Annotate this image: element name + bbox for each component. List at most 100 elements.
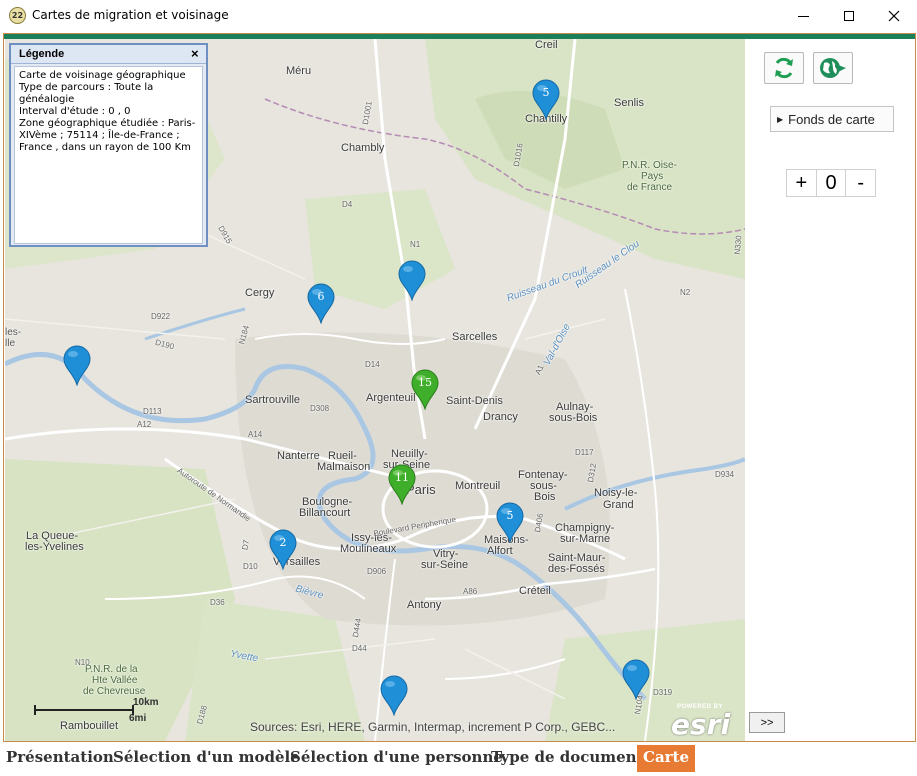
marker-green-icon bbox=[411, 369, 439, 410]
right-panel: ▶ Fonds de carte + 0 - >> bbox=[746, 39, 915, 741]
road-label: D934 bbox=[715, 470, 735, 479]
map-marker[interactable]: 2 bbox=[268, 528, 298, 570]
zoom-in-button[interactable]: + bbox=[787, 170, 816, 196]
map-marker[interactable]: 15 bbox=[410, 368, 440, 410]
road-label: D4 bbox=[342, 200, 353, 209]
place-label: Saint-Denis bbox=[446, 395, 503, 407]
legend-body: Carte de voisinage géographique Type de … bbox=[14, 66, 203, 244]
marker-count: 2 bbox=[279, 536, 287, 549]
map-marker[interactable] bbox=[62, 344, 92, 386]
basemap-button-label: Fonds de carte bbox=[788, 111, 875, 127]
triangle-right-icon: ▶ bbox=[777, 114, 784, 124]
map-marker[interactable] bbox=[397, 259, 427, 301]
tab-carte[interactable]: Carte bbox=[637, 745, 696, 772]
marker-blue-icon bbox=[622, 659, 650, 700]
place-label: Chambly bbox=[341, 142, 385, 154]
marker-blue-icon bbox=[380, 675, 408, 716]
map-marker[interactable]: 11 bbox=[387, 463, 417, 505]
road-label: A14 bbox=[248, 430, 263, 439]
place-label: les-Yvelines bbox=[25, 541, 84, 553]
globe-export-icon bbox=[820, 58, 846, 78]
place-label: Nanterre bbox=[277, 450, 320, 462]
road-label: D308 bbox=[310, 404, 330, 413]
marker-count: 6 bbox=[317, 290, 325, 303]
road-label: D319 bbox=[653, 688, 673, 697]
marker-blue-icon bbox=[398, 260, 426, 301]
maximize-icon bbox=[844, 11, 854, 21]
place-label: Moulineaux bbox=[340, 543, 397, 555]
place-label: Méru bbox=[286, 65, 312, 77]
place-label: sous-Bois bbox=[549, 412, 598, 424]
wizard-tabs: Présentation Sélection d'un modèle Sélec… bbox=[0, 742, 917, 776]
marker-count: 5 bbox=[506, 509, 514, 522]
app-icon: 22 bbox=[9, 7, 26, 24]
map-marker[interactable]: 5 bbox=[531, 78, 561, 120]
place-label: sur-Marne bbox=[560, 533, 611, 545]
marker-blue-icon bbox=[496, 502, 524, 543]
legend-line: Zone géographique étudiée : Paris-XIVème… bbox=[19, 118, 196, 153]
legend-title: Légende bbox=[19, 48, 65, 60]
legend-line: Type de parcours : Toute la généalogie bbox=[19, 82, 154, 105]
esri-logo[interactable]: POWERED BY esri bbox=[669, 704, 731, 741]
road-label: A86 bbox=[463, 587, 478, 596]
place-label: Créteil bbox=[519, 585, 551, 597]
window-title: Cartes de migration et voisinage bbox=[32, 8, 229, 22]
tab-selection-modele[interactable]: Sélection d'un modèle bbox=[113, 745, 300, 772]
place-label: lle bbox=[5, 338, 16, 349]
basemap-button[interactable]: ▶ Fonds de carte bbox=[770, 106, 894, 132]
place-label: Montreuil bbox=[455, 480, 501, 492]
road-label: D7 bbox=[240, 539, 251, 551]
scale-mi-label: 6mi bbox=[129, 713, 147, 724]
zoom-level: 0 bbox=[815, 170, 847, 196]
marker-blue-icon bbox=[269, 529, 297, 570]
road-label: N10 bbox=[75, 658, 90, 667]
road-label: D906 bbox=[367, 567, 387, 576]
refresh-button[interactable] bbox=[764, 52, 804, 84]
place-label: Bois bbox=[534, 491, 556, 503]
expand-button[interactable]: >> bbox=[749, 712, 785, 733]
place-label: Grand bbox=[603, 499, 634, 511]
place-label: de France bbox=[627, 182, 673, 193]
marker-blue-icon bbox=[532, 79, 560, 120]
place-label: Antony bbox=[407, 599, 442, 611]
map-marker[interactable]: 6 bbox=[306, 282, 336, 324]
road-label: N2 bbox=[680, 288, 691, 297]
tab-type-document[interactable]: Type de document bbox=[491, 745, 644, 772]
map-view[interactable]: Creil Méru Senlis Chantilly Chambly P.N.… bbox=[5, 39, 745, 741]
legend-line: Interval d'étude : 0 , 0 bbox=[19, 106, 131, 117]
place-label: Creil bbox=[535, 39, 558, 51]
refresh-icon bbox=[775, 57, 793, 79]
road-label: D117 bbox=[575, 448, 594, 457]
place-label: Drancy bbox=[483, 411, 518, 423]
map-marker[interactable] bbox=[379, 674, 409, 716]
tab-presentation[interactable]: Présentation bbox=[6, 745, 114, 772]
road-label: A12 bbox=[137, 420, 152, 429]
road-label: N330 bbox=[732, 235, 744, 255]
map-attribution: Sources: Esri, HERE, Garmin, Intermap, i… bbox=[250, 720, 616, 734]
place-label: Argenteuil bbox=[366, 392, 416, 404]
maximize-button[interactable] bbox=[826, 0, 872, 32]
marker-green-icon bbox=[388, 464, 416, 505]
zoom-out-button[interactable]: - bbox=[846, 170, 875, 196]
marker-count: 11 bbox=[395, 471, 409, 484]
close-button[interactable] bbox=[871, 0, 917, 32]
map-marker[interactable] bbox=[621, 658, 651, 700]
road-label: D14 bbox=[365, 360, 380, 369]
export-map-button[interactable] bbox=[813, 52, 853, 84]
place-label: des-Fossés bbox=[548, 563, 605, 575]
legend-close-icon[interactable]: × bbox=[191, 46, 199, 61]
marker-blue-icon bbox=[307, 283, 335, 324]
minimize-button[interactable] bbox=[780, 0, 826, 32]
road-label: D44 bbox=[352, 644, 367, 653]
map-marker[interactable]: 5 bbox=[495, 501, 525, 543]
close-icon bbox=[888, 10, 900, 22]
road-label: N1 bbox=[410, 240, 421, 249]
scale-km-label: 10km bbox=[133, 697, 159, 708]
road-label: D36 bbox=[210, 598, 225, 607]
place-label: Malmaison bbox=[317, 461, 371, 473]
legend-line: Carte de voisinage géographique bbox=[19, 70, 186, 81]
main-frame: Creil Méru Senlis Chantilly Chambly P.N.… bbox=[3, 33, 916, 742]
legend-header[interactable]: Légende × bbox=[11, 45, 206, 64]
tab-selection-personne[interactable]: Sélection d'une personne bbox=[290, 745, 503, 772]
zoom-control: + 0 - bbox=[786, 169, 876, 197]
